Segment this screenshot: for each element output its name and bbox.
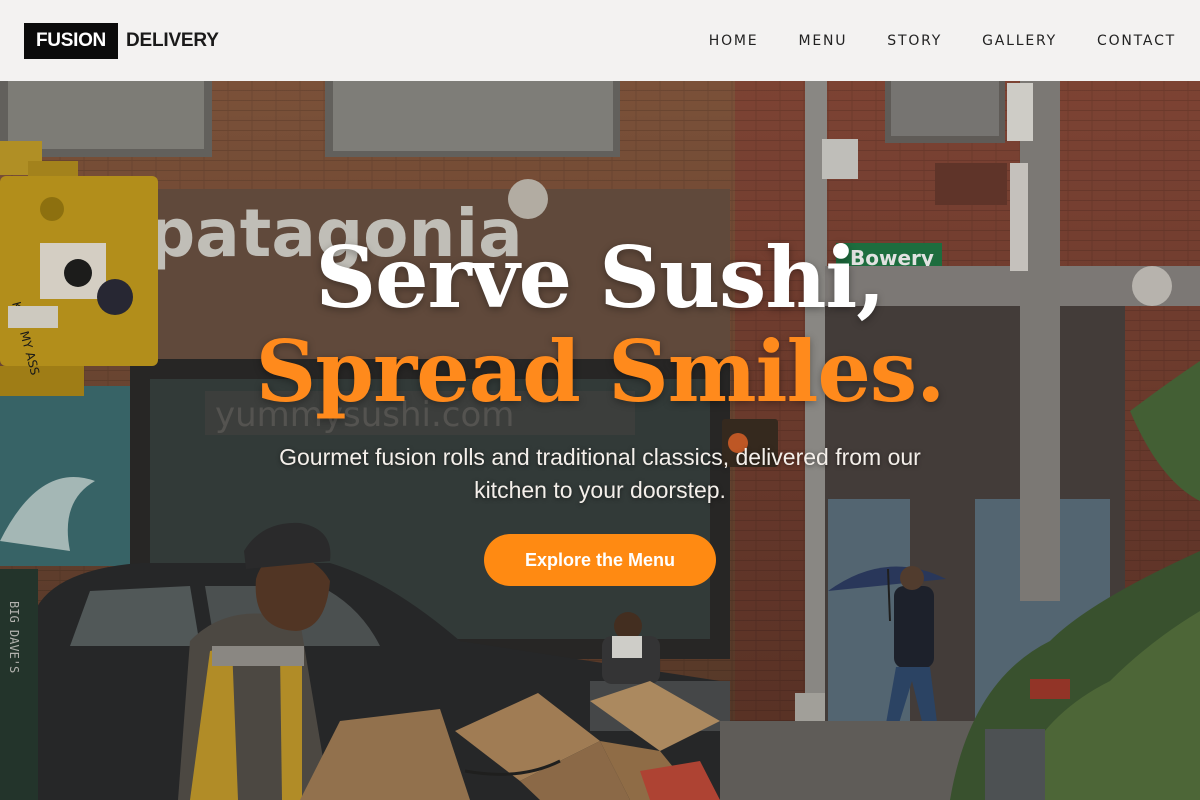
explore-menu-button[interactable]: Explore the Menu [484,534,716,586]
hero-title-line1: Serve Sushi, [315,228,885,327]
nav-gallery[interactable]: GALLERY [982,33,1057,49]
brand-logo-text: DELIVERY [125,29,219,51]
nav-contact[interactable]: CONTACT [1097,33,1176,49]
nav-story[interactable]: STORY [887,33,942,49]
brand-logo[interactable]: FUSION DELIVERY [24,22,219,59]
site-header: FUSION DELIVERY HOME MENU STORY GALLERY … [0,0,1200,81]
hero-subtitle: Gourmet fusion rolls and traditional cla… [279,444,921,503]
hero-title-line2: Spread Smiles. [255,322,946,421]
nav-menu[interactable]: MENU [798,33,847,49]
main-nav: HOME MENU STORY GALLERY CONTACT [669,33,1176,49]
nav-home[interactable]: HOME [709,33,759,49]
brand-logo-box: FUSION [24,22,118,59]
